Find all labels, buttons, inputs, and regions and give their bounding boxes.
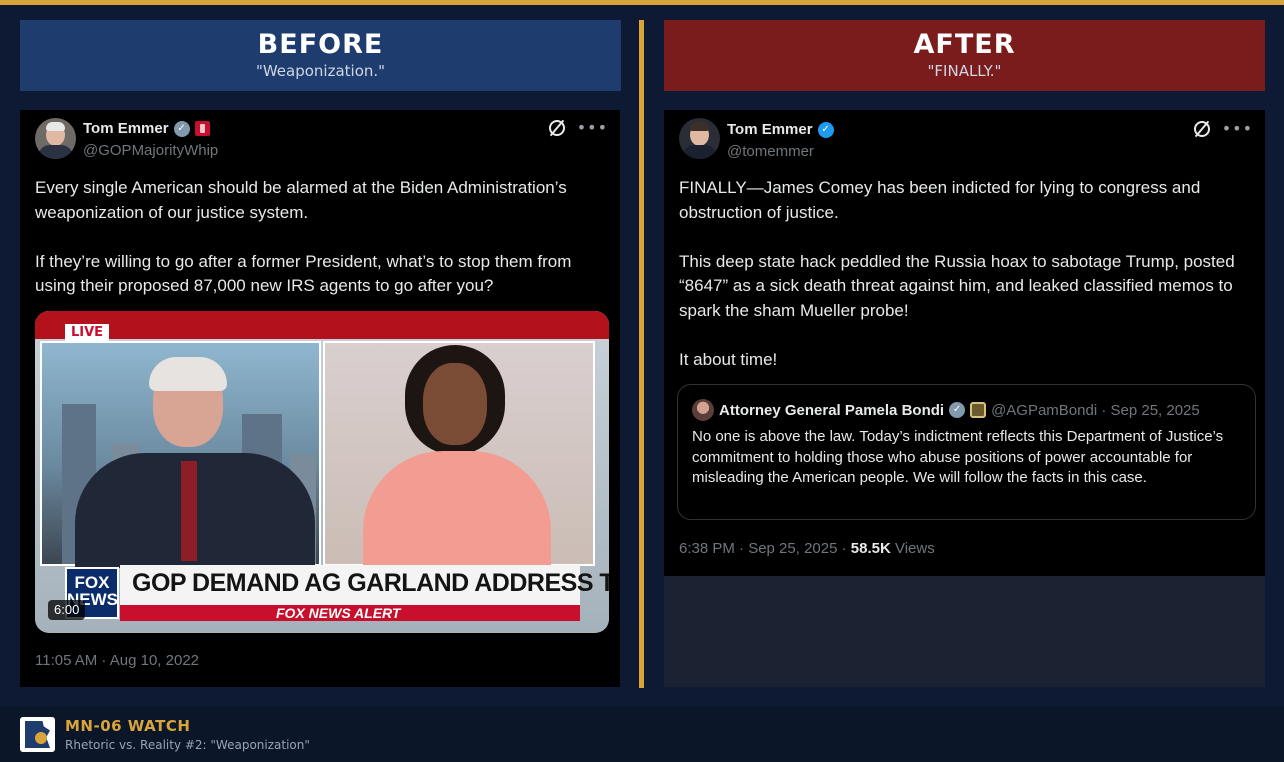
avatar[interactable] (35, 118, 76, 159)
brand-name: MN-06 WATCH (65, 717, 191, 735)
live-label: LIVE (65, 324, 110, 342)
tweet-body: FINALLY—James Comey has been indicted fo… (679, 176, 1251, 372)
author-handle[interactable]: @GOPMajorityWhip (83, 142, 218, 159)
news-alert-text: FOX NEWS ALERT (276, 605, 401, 621)
chyron: GOP DEMAND AG GARLAND ADDRESS TRUMP RAID (120, 565, 609, 605)
before-tweet-card: Tom Emmer ✓ @GOPMajorityWhip ••• Every s… (20, 110, 620, 687)
avatar[interactable] (679, 118, 720, 159)
before-banner: BEFORE "Weaponization." (20, 20, 621, 91)
more-options-icon[interactable]: ••• (1222, 121, 1253, 137)
after-banner: AFTER "FINALLY." (664, 20, 1265, 91)
after-title: AFTER (913, 29, 1016, 60)
footer-tagline: Rhetoric vs. Reality #2: "Weaponization" (65, 738, 310, 752)
before-subtitle: "Weaponization." (255, 62, 386, 80)
chyron-headline: GOP DEMAND AG GARLAND ADDRESS TRUMP RAID (132, 569, 609, 597)
empty-panel-area (664, 576, 1265, 687)
tweet-body: Every single American should be alarmed … (35, 176, 605, 299)
video-thumbnail[interactable]: LIVE GOP DEMAND AG GARLAND ADDRESS TRUMP… (35, 311, 609, 633)
tweet-paragraph: If they’re willing to go after a former … (35, 251, 572, 296)
tweet-header: Tom Emmer ✓ @GOPMajorityWhip ••• (35, 118, 608, 162)
tweet-paragraph: This deep state hack peddled the Russia … (679, 251, 1235, 320)
views-label: Views (890, 540, 935, 557)
tweet-timestamp[interactable]: 11:05 AM · Aug 10, 2022 (35, 652, 199, 669)
footer: MN-06 WATCH Rhetoric vs. Reality #2: "We… (0, 707, 1284, 762)
live-bar (35, 311, 609, 339)
top-accent-bar (0, 0, 1284, 5)
verified-check-icon: ✓ (949, 402, 966, 418)
video-duration: 6:00 (48, 600, 86, 620)
tweet-paragraph: It about time! (679, 349, 778, 369)
before-title: BEFORE (257, 29, 384, 60)
verified-check-icon: ✓ (817, 121, 834, 138)
after-tweet-card: Tom Emmer ✓ @tomemmer ••• FINALLY—James … (664, 110, 1265, 576)
tweet-paragraph: Every single American should be alarmed … (35, 178, 567, 222)
quoted-tweet[interactable]: Attorney General Pamela Bondi ✓ @AGPamBo… (677, 384, 1256, 520)
verified-check-icon: ✓ (173, 120, 190, 137)
tweet-paragraph: FINALLY—James Comey has been indicted fo… (679, 178, 1201, 222)
grok-icon[interactable] (1193, 121, 1210, 137)
quoted-handle-date: @AGPamBondi · Sep 25, 2025 (991, 401, 1200, 419)
brand-logo-icon (20, 717, 55, 752)
after-subtitle: "FINALLY." (927, 62, 1002, 80)
quoted-tweet-text: No one is above the law. Today’s indictm… (692, 428, 1224, 486)
author-name[interactable]: Tom Emmer (727, 121, 813, 138)
center-divider (639, 20, 644, 688)
tweet-timestamp[interactable]: 6:38 PM · Sep 25, 2025 · 58.5K Views (679, 540, 935, 557)
quoted-author-name: Attorney General Pamela Bondi (719, 401, 945, 419)
avatar (692, 399, 714, 421)
author-name[interactable]: Tom Emmer (83, 120, 169, 137)
quoted-tweet-header: Attorney General Pamela Bondi ✓ @AGPamBo… (692, 399, 1200, 421)
tweet-time: 6:38 PM · Sep 25, 2025 · (679, 540, 851, 557)
tweet-header: Tom Emmer ✓ @tomemmer ••• (679, 118, 1253, 162)
congress-badge-icon (194, 121, 210, 136)
more-options-icon[interactable]: ••• (577, 120, 608, 136)
grok-icon[interactable] (548, 120, 565, 136)
news-alert-bar: FOX NEWS ALERT (120, 605, 580, 621)
author-handle[interactable]: @tomemmer (727, 143, 814, 160)
government-seal-icon (970, 402, 987, 418)
views-count: 58.5K (850, 540, 891, 557)
